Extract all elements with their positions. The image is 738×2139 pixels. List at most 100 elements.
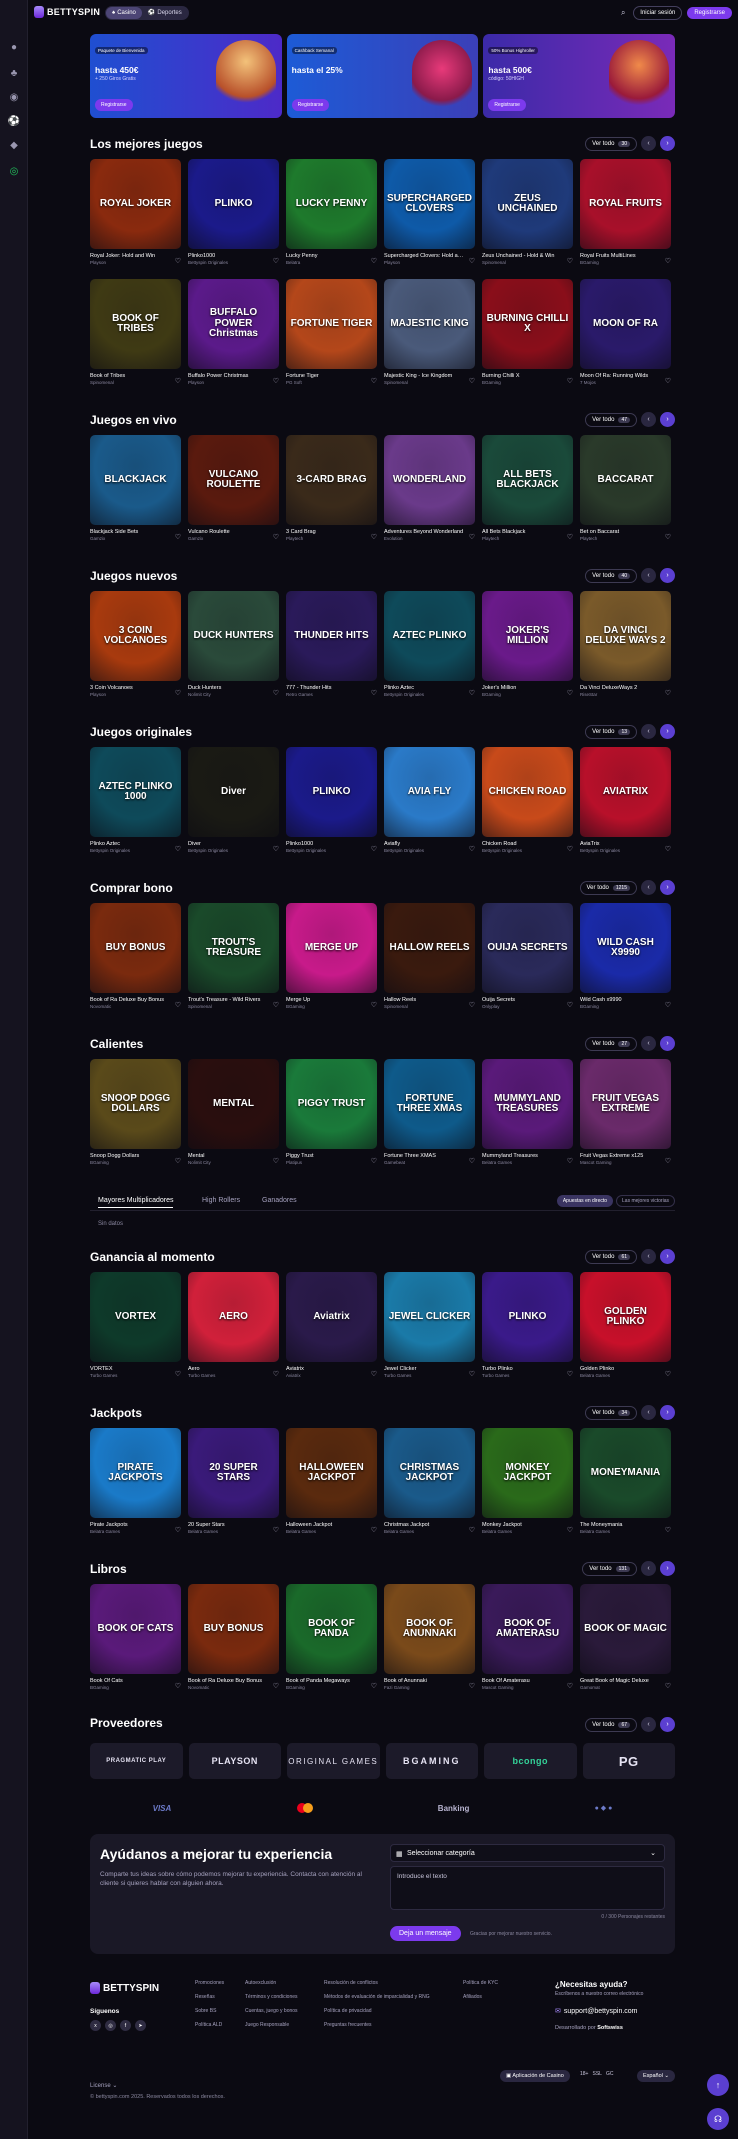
game-card[interactable]: AZTEC PLINKO Plinko Aztec Bettyspin Origin…	[384, 591, 475, 697]
footer-link[interactable]: Métodos de evaluación de imparcialidad y…	[324, 1994, 430, 2000]
game-name[interactable]: Halloween Jackpot	[286, 1522, 366, 1528]
heart-icon[interactable]: ♡	[273, 845, 279, 853]
heart-icon[interactable]: ♡	[665, 1682, 671, 1690]
scroll-top-button[interactable]: ↑	[707, 2074, 729, 2096]
arrow-left-icon[interactable]: ‹	[641, 412, 656, 427]
game-thumbnail[interactable]: ROYAL FRUITS	[580, 159, 671, 249]
heart-icon[interactable]: ♡	[469, 533, 475, 541]
game-name[interactable]: 3 Coin Volcanoes	[90, 685, 170, 691]
game-card[interactable]: SNOOP DOGG DOLLARS Snoop Dogg Dollars BGam…	[90, 1059, 181, 1165]
search-icon[interactable]: ⌕	[618, 8, 628, 18]
view-all-button[interactable]: Ver todo 1215	[579, 880, 637, 895]
game-name[interactable]: Golden Plinko	[580, 1366, 660, 1372]
game-name[interactable]: Book Of Amaterasu	[482, 1678, 562, 1684]
heart-icon[interactable]: ♡	[175, 1682, 181, 1690]
game-thumbnail[interactable]: CHRISTMAS JACKPOT	[384, 1428, 475, 1518]
game-thumbnail[interactable]: DUCK HUNTERS	[188, 591, 279, 681]
heart-icon[interactable]: ♡	[567, 1370, 573, 1378]
arrow-left-icon[interactable]: ‹	[641, 880, 656, 895]
heart-icon[interactable]: ♡	[665, 377, 671, 385]
game-thumbnail[interactable]: SUPERCHARGED CLOVERS	[384, 159, 475, 249]
game-name[interactable]: Piggy Trust	[286, 1153, 366, 1159]
toggle-live-bets[interactable]: Apuestas en directo	[556, 1195, 614, 1207]
game-thumbnail[interactable]: OUIJA SECRETS	[482, 903, 573, 993]
game-card[interactable]: TROUT'S TREASURE Trout's Treasure - Wild …	[188, 903, 279, 1009]
arrow-left-icon[interactable]: ‹	[641, 136, 656, 151]
heart-icon[interactable]: ♡	[567, 257, 573, 265]
heart-icon[interactable]: ♡	[567, 377, 573, 385]
heart-icon[interactable]: ♡	[273, 1682, 279, 1690]
game-card[interactable]: MUMMYLAND TREASURES Mummyland Treasures Be…	[482, 1059, 573, 1165]
game-name[interactable]: Lucky Penny	[286, 253, 366, 259]
login-button[interactable]: Iniciar sesión	[633, 6, 683, 20]
heart-icon[interactable]: ♡	[665, 845, 671, 853]
footer-link[interactable]: Afiliados	[463, 1994, 498, 2000]
heart-icon[interactable]: ♡	[371, 1001, 377, 1009]
game-thumbnail[interactable]: CHICKEN ROAD	[482, 747, 573, 837]
game-name[interactable]: 20 Super Stars	[188, 1522, 268, 1528]
live-icon[interactable]: ◉	[7, 90, 21, 104]
game-name[interactable]: Plinko1000	[188, 253, 268, 259]
game-card[interactable]: BOOK OF ANUNNAKI Book of Anunnaki Fazi Gam…	[384, 1584, 475, 1690]
game-thumbnail[interactable]: VORTEX	[90, 1272, 181, 1362]
support-icon[interactable]: ◎	[7, 164, 21, 178]
game-card[interactable]: 20 SUPER STARS 20 Super Stars Belatra Game…	[188, 1428, 279, 1534]
game-card[interactable]: VULCANO ROULETTE Vulcano Roulette Gamzix ♡	[188, 435, 279, 541]
arrow-right-icon[interactable]: ›	[660, 724, 675, 739]
heart-icon[interactable]: ♡	[371, 377, 377, 385]
gamepad-icon[interactable]: ◆	[7, 138, 21, 152]
arrow-right-icon[interactable]: ›	[660, 1561, 675, 1576]
game-name[interactable]: Aviatrix	[286, 1366, 366, 1372]
game-card[interactable]: BOOK OF TRIBES Book of Tribes Spinomenal ♡	[90, 279, 181, 385]
game-thumbnail[interactable]: MENTAL	[188, 1059, 279, 1149]
game-name[interactable]: Majestic King - Ice Kingdom	[384, 373, 464, 379]
game-card[interactable]: BOOK OF MAGIC Great Book of Magic Deluxe G…	[580, 1584, 671, 1690]
game-name[interactable]: Bet on Baccarat	[580, 529, 660, 535]
arrow-left-icon[interactable]: ‹	[641, 1561, 656, 1576]
game-thumbnail[interactable]: VULCANO ROULETTE	[188, 435, 279, 525]
instagram-icon[interactable]: ◎	[105, 2020, 116, 2031]
heart-icon[interactable]: ♡	[665, 689, 671, 697]
view-all-button[interactable]: Ver todo 34	[585, 1405, 637, 1420]
gift-icon[interactable]: ●	[7, 40, 21, 54]
game-name[interactable]: Fortune Three XMAS	[384, 1153, 464, 1159]
heart-icon[interactable]: ♡	[273, 1526, 279, 1534]
footer-link[interactable]: Política ALD	[195, 2022, 224, 2028]
game-card[interactable]: ROYAL JOKER Royal Joker: Hold and Win Play…	[90, 159, 181, 265]
game-card[interactable]: MAJESTIC KING Majestic King - Ice Kingdom…	[384, 279, 475, 385]
license-toggle[interactable]: License ⌄	[90, 2082, 117, 2089]
arrow-left-icon[interactable]: ‹	[641, 724, 656, 739]
game-card[interactable]: BUY BONUS Book of Ra Deluxe Buy Bonus Novo…	[90, 903, 181, 1009]
game-card[interactable]: BLACKJACK Blackjack Side Bets Gamzix ♡	[90, 435, 181, 541]
game-thumbnail[interactable]: LUCKY PENNY	[286, 159, 377, 249]
heart-icon[interactable]: ♡	[371, 1526, 377, 1534]
arrow-left-icon[interactable]: ‹	[641, 1249, 656, 1264]
game-thumbnail[interactable]: BOOK OF TRIBES	[90, 279, 181, 369]
game-thumbnail[interactable]: AERO	[188, 1272, 279, 1362]
game-name[interactable]: AviaTrix	[580, 841, 660, 847]
x-icon[interactable]: x	[90, 2020, 101, 2031]
support-email-link[interactable]: ✉ support@bettyspin.com	[555, 2007, 643, 2016]
game-card[interactable]: CHICKEN ROAD Chicken Road Bettyspin Origin…	[482, 747, 573, 853]
game-card[interactable]: AVIATRIX AviaTrix Bettyspin Originales ♡	[580, 747, 671, 853]
arrow-right-icon[interactable]: ›	[660, 412, 675, 427]
send-feedback-button[interactable]: Deja un mensaje	[390, 1926, 461, 1941]
game-thumbnail[interactable]: JEWEL CLICKER	[384, 1272, 475, 1362]
game-name[interactable]: Book of Ra Deluxe Buy Bonus	[188, 1678, 268, 1684]
game-thumbnail[interactable]: 3-CARD BRAG	[286, 435, 377, 525]
game-name[interactable]: 3 Card Brag	[286, 529, 366, 535]
game-card[interactable]: AZTEC PLINKO 1000 Plinko Aztec Bettyspin O…	[90, 747, 181, 853]
arrow-left-icon[interactable]: ‹	[641, 1036, 656, 1051]
game-thumbnail[interactable]: PLINKO	[286, 747, 377, 837]
promo-register-button[interactable]: Registrarse	[291, 99, 330, 111]
game-thumbnail[interactable]: PLINKO	[482, 1272, 573, 1362]
heart-icon[interactable]: ♡	[273, 533, 279, 541]
view-all-button[interactable]: Ver todo 131	[582, 1561, 637, 1576]
game-thumbnail[interactable]: Diver	[188, 747, 279, 837]
language-select[interactable]: Español ⌄	[636, 2070, 675, 2082]
game-card[interactable]: LUCKY PENNY Lucky Penny Belatra ♡	[286, 159, 377, 265]
game-thumbnail[interactable]: BOOK OF CATS	[90, 1584, 181, 1674]
game-card[interactable]: JEWEL CLICKER Jewel Clicker Turbo Games ♡	[384, 1272, 475, 1378]
heart-icon[interactable]: ♡	[469, 1370, 475, 1378]
game-card[interactable]: PLINKO Turbo Plinko Turbo Games ♡	[482, 1272, 573, 1378]
